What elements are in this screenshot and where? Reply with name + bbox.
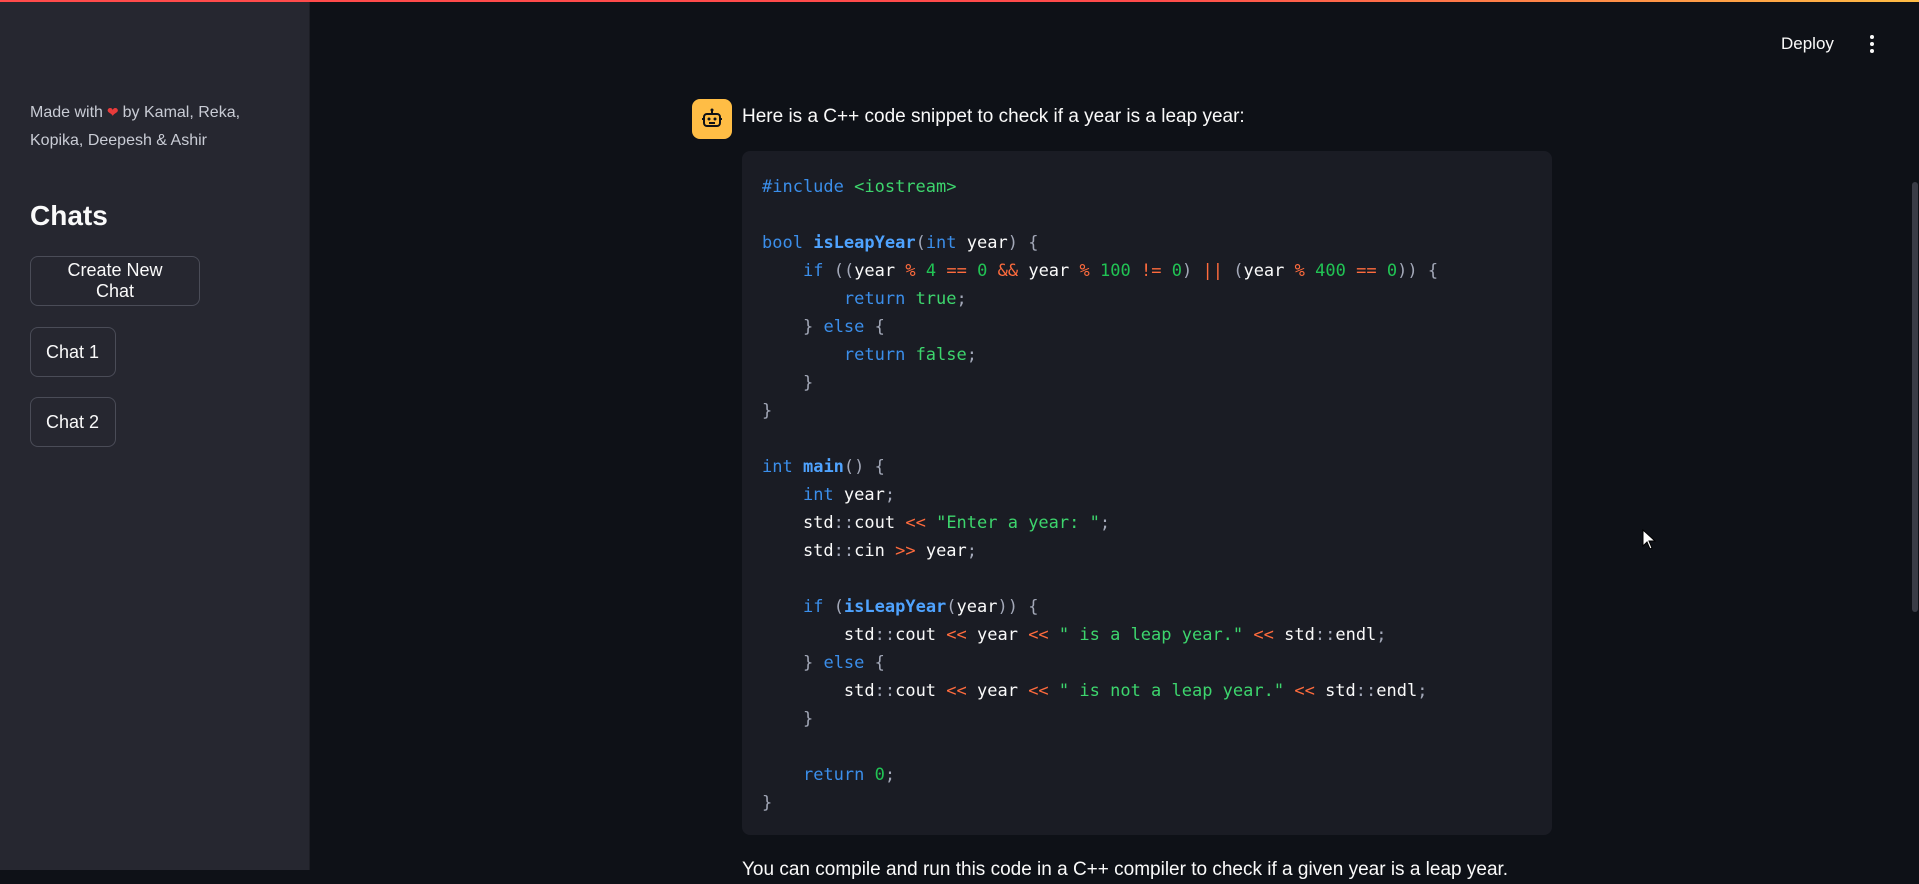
chats-heading: Chats — [30, 200, 108, 231]
code-line: } else { — [802, 653, 885, 673]
heart-icon: ❤ — [106, 105, 119, 121]
code-line: } — [762, 401, 773, 421]
credits-prefix: Made with — [30, 104, 103, 121]
more-vertical-icon[interactable] — [1862, 30, 1882, 58]
menu-dot — [1870, 49, 1874, 53]
code-line: } — [802, 709, 814, 729]
code-line: return false; — [843, 345, 977, 365]
create-new-chat-button[interactable]: Create New Chat — [30, 256, 200, 306]
menu-dot — [1870, 42, 1874, 46]
code-line: } — [802, 373, 814, 393]
code-line: if (isLeapYear(year)) { — [802, 597, 1039, 617]
code-line: std::cin >> year; — [762, 541, 978, 561]
code-line: int year; — [802, 485, 896, 505]
robot-icon — [692, 99, 732, 139]
code-line: bool isLeapYear(int year) { — [762, 233, 1039, 253]
code-line: std::cout << "Enter a year: "; — [762, 513, 1111, 533]
credits-text: Made with ❤ by Kamal, Reka, Kopika, Deepes… — [30, 99, 280, 155]
chat-1-button[interactable]: Chat 1 — [30, 327, 116, 377]
code-line: int main() { — [762, 457, 885, 477]
main-scrollbar[interactable] — [1912, 182, 1918, 612]
mouse-cursor-icon — [1642, 529, 1657, 550]
code-content: #include <iostream> bool isLeapYear(int … — [762, 173, 1532, 817]
deploy-button[interactable]: Deploy — [1773, 29, 1842, 59]
code-line: if ((year % 4 == 0 && year % 100 != 0) |… — [802, 261, 1439, 281]
code-line: return 0; — [802, 765, 896, 785]
assistant-message-intro: Here is a C++ code snippet to check if a… — [742, 106, 1245, 127]
code-line: return true; — [843, 289, 967, 309]
code-line: std::cout << year << " is not a leap yea… — [762, 681, 1428, 701]
code-line: } — [762, 793, 773, 813]
code-line: } else { — [802, 317, 885, 337]
top-accent-line — [0, 0, 1919, 2]
chat-2-button[interactable]: Chat 2 — [30, 397, 116, 447]
assistant-message-footer: You can compile and run this code in a C… — [742, 859, 1509, 880]
code-block[interactable]: #include <iostream> bool isLeapYear(int … — [742, 151, 1552, 835]
code-line: std::cout << year << " is a leap year." … — [762, 625, 1387, 645]
robot-icon-graphic — [702, 108, 722, 127]
menu-dot — [1870, 35, 1874, 39]
sidebar: Made with ❤ by Kamal, Reka, Kopika, Deepes… — [0, 0, 310, 870]
code-line: #include <iostream> — [762, 177, 957, 197]
